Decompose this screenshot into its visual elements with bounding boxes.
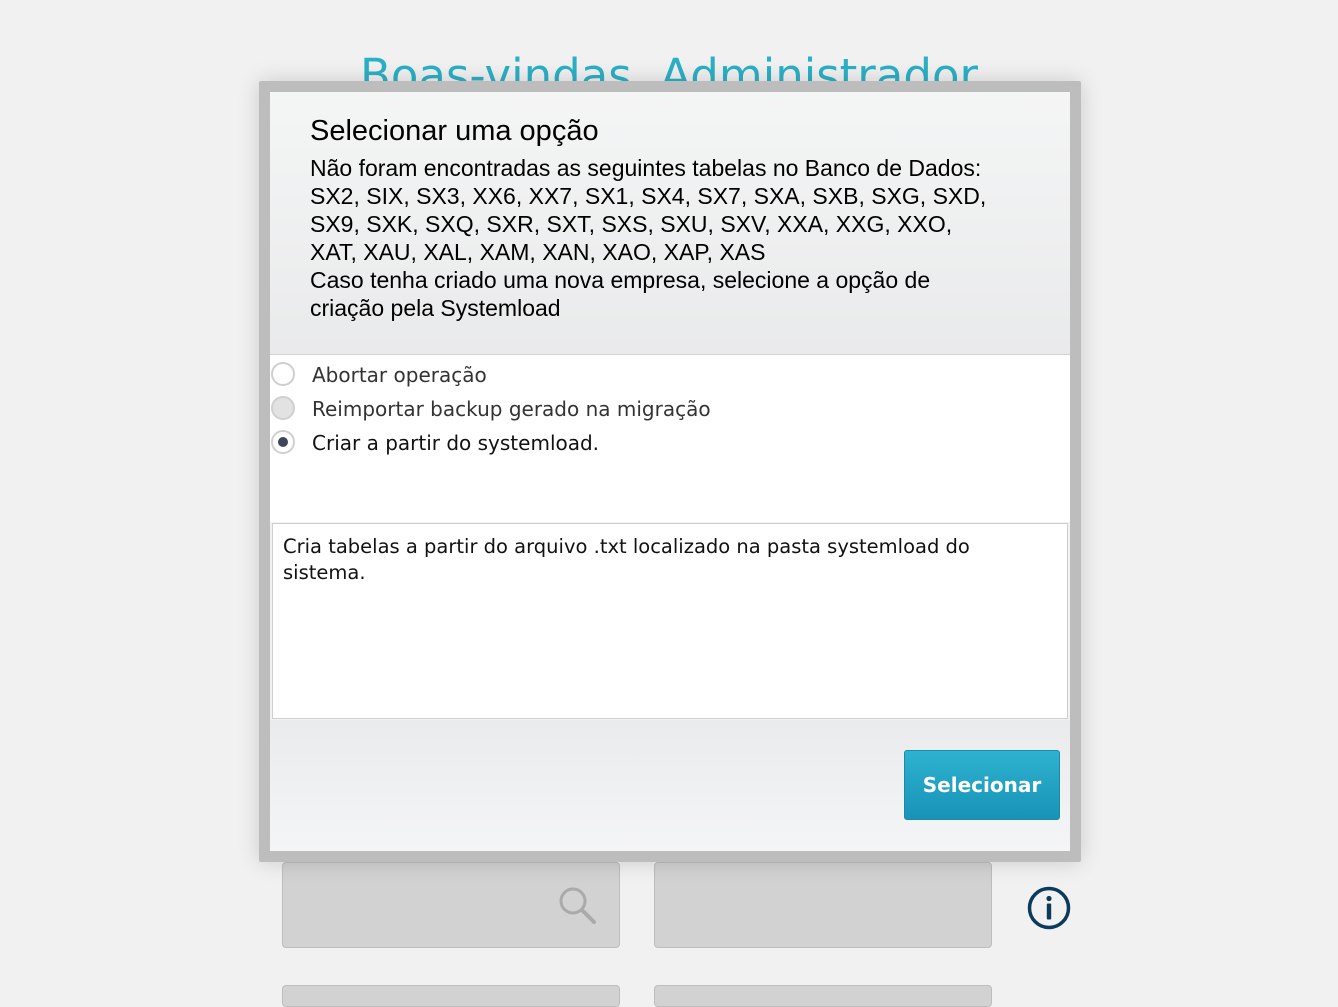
select-button[interactable]: Selecionar — [904, 750, 1060, 820]
field-row-2-left[interactable] — [282, 985, 620, 1007]
option-create-systemload[interactable]: Criar a partir do systemload. — [270, 429, 1070, 459]
radio-reimport-backup — [271, 396, 295, 420]
option-description-box: Cria tabelas a partir do arquivo .txt lo… — [272, 523, 1068, 719]
dialog-footer: Selecionar — [270, 720, 1070, 851]
info-icon[interactable] — [1027, 886, 1071, 930]
option-abort-label: Abortar operação — [312, 363, 487, 387]
dialog-header: Selecionar uma opção Não foram encontrad… — [270, 92, 1070, 355]
background-clipped-heading — [560, 0, 890, 4]
dialog-title: Selecionar uma opção — [310, 115, 599, 147]
option-create-systemload-label: Criar a partir do systemload. — [312, 431, 600, 455]
search-field[interactable] — [282, 862, 620, 948]
option-abort[interactable]: Abortar operação — [270, 361, 1070, 391]
radio-abort[interactable] — [271, 362, 295, 386]
option-reimport-backup: Reimportar backup gerado na migração — [270, 395, 1070, 425]
dialog-message: Não foram encontradas as seguintes tabel… — [310, 155, 987, 321]
search-icon — [559, 887, 596, 924]
field-row-2-right[interactable] — [654, 985, 992, 1007]
radio-create-systemload[interactable] — [271, 430, 295, 454]
option-reimport-backup-label: Reimportar backup gerado na migração — [312, 397, 711, 421]
text-field[interactable] — [654, 862, 992, 948]
option-dialog: Selecionar uma opção Não foram encontrad… — [259, 81, 1081, 862]
options-radio-group: Abortar operação Reimportar backup gerad… — [270, 355, 1070, 522]
dialog-body: Selecionar uma opção Não foram encontrad… — [270, 92, 1070, 851]
